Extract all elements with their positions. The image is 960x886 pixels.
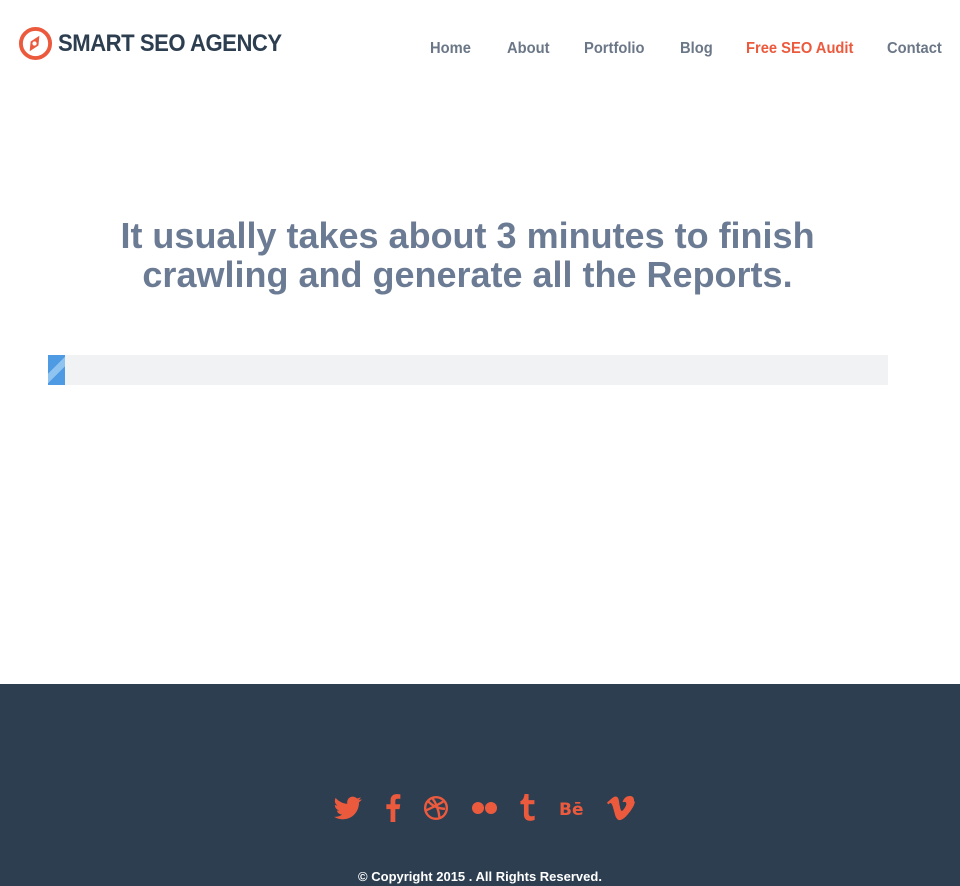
- nav-item-free-seo-audit[interactable]: Free SEO Audit: [746, 40, 853, 58]
- vimeo-icon: [607, 795, 635, 821]
- nav-item-portfolio[interactable]: Portfolio: [584, 40, 645, 58]
- page-headline: It usually takes about 3 minutes to fini…: [120, 215, 815, 295]
- progress-fill: [48, 355, 65, 385]
- facebook-icon: [386, 794, 401, 822]
- twitter-link[interactable]: [333, 794, 363, 822]
- behance-icon: Bē: [559, 800, 584, 820]
- flickr-link[interactable]: [471, 794, 498, 822]
- vimeo-link[interactable]: [607, 794, 635, 822]
- dribbble-icon: [423, 795, 449, 821]
- facebook-link[interactable]: [385, 794, 401, 822]
- twitter-icon: [334, 796, 362, 820]
- nav-item-blog[interactable]: Blog: [680, 40, 713, 58]
- site-header: SMART SEO AGENCY Home About Portfolio Bl…: [0, 0, 960, 100]
- behance-link[interactable]: Bē: [558, 794, 586, 822]
- dribbble-link[interactable]: [423, 794, 449, 822]
- site-footer: Bē © Copyright 2015 . All Rights Reserve…: [0, 684, 960, 886]
- nav-item-about[interactable]: About: [507, 40, 550, 58]
- tumblr-link[interactable]: [518, 794, 538, 822]
- main-nav: Home About Portfolio Blog Free SEO Audit…: [0, 40, 960, 62]
- flickr-icon: [472, 802, 497, 814]
- copyright-text: © Copyright 2015 . All Rights Reserved.: [358, 869, 602, 884]
- nav-item-contact[interactable]: Contact: [887, 40, 942, 58]
- svg-text:Bē: Bē: [559, 800, 584, 820]
- tumblr-icon: [520, 794, 535, 821]
- nav-item-home[interactable]: Home: [430, 40, 471, 58]
- crawl-progress-bar: [48, 355, 888, 385]
- social-links: Bē: [0, 794, 960, 824]
